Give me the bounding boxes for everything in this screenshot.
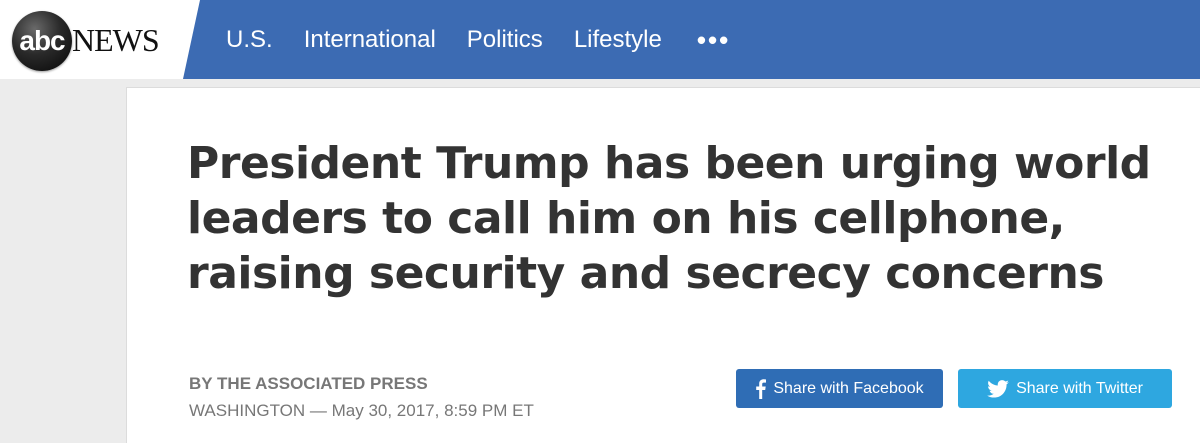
nav-item-international[interactable]: International — [304, 26, 436, 54]
article-byline: By THE ASSOCIATED PRESS — [189, 374, 428, 393]
more-icon[interactable]: ••• — [697, 27, 730, 53]
nav-item-lifestyle[interactable]: Lifestyle — [574, 26, 662, 54]
abc-logo-text: abc — [19, 25, 65, 56]
twitter-icon — [987, 379, 1009, 398]
logo-link[interactable]: abc NEWS — [0, 0, 200, 79]
share-twitter-button[interactable]: Share with Twitter — [958, 369, 1172, 408]
main-nav: U.S. International Politics Lifestyle ••… — [226, 0, 730, 79]
nav-item-us[interactable]: U.S. — [226, 26, 273, 54]
share-facebook-label: Share with Facebook — [773, 379, 924, 397]
share-twitter-label: Share with Twitter — [1016, 379, 1143, 397]
facebook-icon — [755, 378, 767, 399]
share-facebook-button[interactable]: Share with Facebook — [736, 369, 943, 408]
abc-logo-icon: abc — [12, 11, 72, 71]
article-dateline: WASHINGTON — May 30, 2017, 8:59 PM ET — [189, 401, 534, 420]
news-logo-text: NEWS — [72, 22, 160, 58]
nav-item-politics[interactable]: Politics — [467, 26, 543, 54]
article-card: President Trump has been urging world le… — [126, 87, 1200, 443]
article-headline: President Trump has been urging world le… — [187, 138, 1151, 299]
site-header: abc NEWS U.S. International Politics Lif… — [0, 0, 1200, 79]
